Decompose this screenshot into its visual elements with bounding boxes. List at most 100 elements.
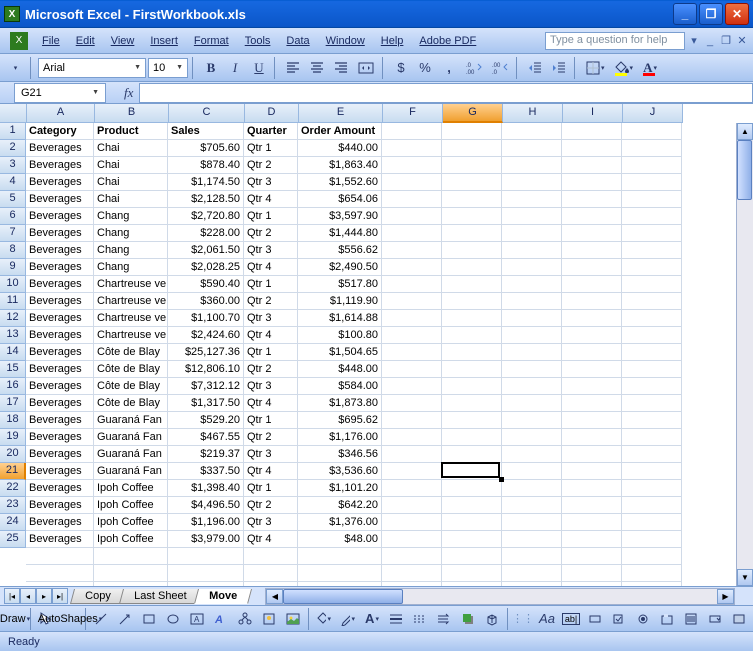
data-cell[interactable]: Qtr 4 — [244, 531, 298, 548]
menu-format[interactable]: Format — [186, 32, 237, 50]
cell[interactable] — [562, 310, 622, 327]
data-cell[interactable]: $1,196.00 — [168, 514, 244, 531]
select-all-corner[interactable] — [0, 104, 27, 123]
data-cell[interactable]: Qtr 1 — [244, 344, 298, 361]
data-cell[interactable]: $1,100.70 — [168, 310, 244, 327]
cell[interactable] — [502, 310, 562, 327]
horizontal-scroll-thumb[interactable] — [283, 589, 403, 604]
vertical-scrollbar[interactable]: ▲ ▼ — [736, 123, 753, 586]
font-size-select[interactable]: 10▼ — [148, 58, 188, 78]
shadow-style-button[interactable] — [457, 608, 479, 630]
scroll-up-button[interactable]: ▲ — [737, 123, 753, 140]
data-cell[interactable]: $25,127.36 — [168, 344, 244, 361]
cell[interactable] — [442, 378, 502, 395]
cell[interactable] — [382, 191, 442, 208]
row-header-7[interactable]: 7 — [0, 225, 26, 242]
cell[interactable] — [622, 242, 682, 259]
data-cell[interactable]: $590.40 — [168, 276, 244, 293]
line-color-button[interactable]: ▾ — [337, 608, 359, 630]
cell[interactable] — [298, 548, 382, 565]
cell[interactable] — [382, 463, 442, 480]
cell[interactable] — [622, 463, 682, 480]
row-header-14[interactable]: 14 — [0, 344, 26, 361]
data-cell[interactable]: Guaraná Fan — [94, 412, 168, 429]
cell[interactable] — [562, 395, 622, 412]
data-cell[interactable]: $3,536.60 — [298, 463, 382, 480]
cell[interactable] — [442, 412, 502, 429]
data-cell[interactable]: $695.62 — [298, 412, 382, 429]
cell[interactable] — [622, 446, 682, 463]
cell[interactable] — [168, 565, 244, 582]
cell[interactable] — [442, 123, 502, 140]
data-cell[interactable]: Qtr 4 — [244, 327, 298, 344]
cell[interactable] — [382, 344, 442, 361]
data-cell[interactable]: Beverages — [26, 344, 94, 361]
cell[interactable] — [562, 548, 622, 565]
menu-file[interactable]: File — [34, 32, 68, 50]
data-cell[interactable]: Qtr 4 — [244, 463, 298, 480]
cell[interactable] — [382, 531, 442, 548]
cell[interactable] — [244, 565, 298, 582]
cell[interactable] — [502, 208, 562, 225]
cell[interactable] — [442, 582, 502, 586]
cell[interactable] — [562, 140, 622, 157]
fill-handle[interactable] — [499, 477, 504, 482]
cell[interactable] — [622, 123, 682, 140]
data-cell[interactable]: $4,496.50 — [168, 497, 244, 514]
data-cell[interactable]: $1,552.60 — [298, 174, 382, 191]
row-header-25[interactable]: 25 — [0, 531, 26, 548]
sheet-tab-move[interactable]: Move — [194, 589, 252, 604]
cell[interactable] — [298, 565, 382, 582]
cell[interactable] — [622, 293, 682, 310]
cell[interactable] — [562, 123, 622, 140]
data-cell[interactable]: $1,176.00 — [298, 429, 382, 446]
cell[interactable] — [502, 582, 562, 586]
data-cell[interactable]: Beverages — [26, 276, 94, 293]
data-cell[interactable]: Beverages — [26, 191, 94, 208]
cell[interactable] — [382, 548, 442, 565]
cell[interactable] — [502, 259, 562, 276]
data-cell[interactable]: $360.00 — [168, 293, 244, 310]
data-cell[interactable]: Beverages — [26, 140, 94, 157]
cell[interactable] — [26, 548, 94, 565]
data-cell[interactable]: Beverages — [26, 378, 94, 395]
data-cell[interactable]: Beverages — [26, 157, 94, 174]
row-header-9[interactable]: 9 — [0, 259, 26, 276]
data-cell[interactable]: Chang — [94, 225, 168, 242]
cell[interactable] — [502, 480, 562, 497]
data-cell[interactable]: Ipoh Coffee — [94, 480, 168, 497]
data-cell[interactable]: $878.40 — [168, 157, 244, 174]
cell[interactable] — [562, 191, 622, 208]
data-cell[interactable]: Guaraná Fan — [94, 463, 168, 480]
cell[interactable] — [502, 497, 562, 514]
row-header-13[interactable]: 13 — [0, 327, 26, 344]
data-cell[interactable]: Beverages — [26, 242, 94, 259]
cell[interactable] — [622, 429, 682, 446]
data-cell[interactable]: Beverages — [26, 429, 94, 446]
data-cell[interactable]: Qtr 3 — [244, 514, 298, 531]
row-header-4[interactable]: 4 — [0, 174, 26, 191]
cell[interactable] — [562, 446, 622, 463]
data-cell[interactable]: Qtr 1 — [244, 140, 298, 157]
cell[interactable] — [622, 327, 682, 344]
line-style-button[interactable] — [385, 608, 407, 630]
data-cell[interactable]: Chartreuse ve — [94, 293, 168, 310]
column-header-C[interactable]: C — [169, 104, 245, 123]
scroll-right-button[interactable]: ▶ — [717, 589, 734, 604]
cell[interactable] — [502, 548, 562, 565]
cell[interactable] — [622, 582, 682, 586]
cell[interactable] — [502, 293, 562, 310]
tab-nav-last-button[interactable]: ▸| — [52, 588, 68, 604]
underline-button[interactable]: U — [248, 57, 270, 79]
cell[interactable] — [502, 378, 562, 395]
row-header-3[interactable]: 3 — [0, 157, 26, 174]
data-cell[interactable]: $219.37 — [168, 446, 244, 463]
data-cell[interactable]: Qtr 4 — [244, 395, 298, 412]
data-cell[interactable]: $448.00 — [298, 361, 382, 378]
vertical-scroll-thumb[interactable] — [737, 140, 752, 200]
cell[interactable] — [382, 582, 442, 586]
header-cell[interactable]: Order Amount — [298, 123, 382, 140]
data-cell[interactable]: Guaraná Fan — [94, 429, 168, 446]
cell[interactable] — [382, 327, 442, 344]
toolbar-options-icon[interactable]: ▾ — [4, 57, 26, 79]
